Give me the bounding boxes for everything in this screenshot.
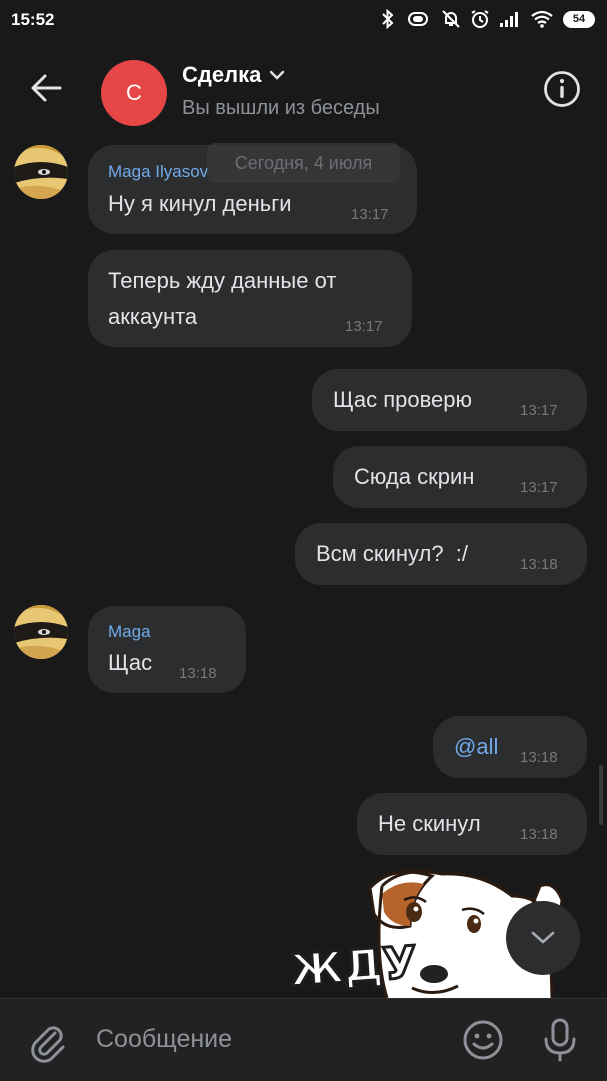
- back-arrow-icon[interactable]: [28, 70, 64, 106]
- message-bubble[interactable]: Не скинул 13:18: [357, 793, 587, 855]
- wifi-icon: [531, 10, 553, 28]
- user-avatar-image: [14, 145, 68, 199]
- status-icons: 54: [381, 9, 595, 29]
- message-time: 13:18: [179, 665, 217, 682]
- scroll-down-button[interactable]: [506, 901, 580, 975]
- status-time: 15:52: [11, 10, 55, 29]
- info-icon[interactable]: [543, 70, 581, 108]
- mute-bell-icon: [442, 10, 460, 28]
- microphone-icon[interactable]: [540, 1017, 580, 1063]
- status-bar: 15:52 54: [0, 0, 607, 40]
- user-avatar-image: [14, 605, 68, 659]
- message-time: 13:17: [520, 402, 558, 419]
- message-bubble[interactable]: Всм скинул? :/ 13:18: [295, 523, 587, 585]
- message-input[interactable]: Сообщение: [96, 1025, 232, 1054]
- signal-icon: [500, 12, 518, 27]
- chat-title[interactable]: Сделка: [182, 62, 261, 88]
- user-avatar[interactable]: [14, 605, 68, 659]
- message-text: Щас: [108, 650, 153, 675]
- message-bubble[interactable]: Щас проверю 13:17: [312, 369, 587, 431]
- sticker-label: ЖДУ: [288, 937, 418, 997]
- message-text: Не скинул: [378, 811, 481, 836]
- chat-subtitle: Вы вышли из беседы: [182, 97, 380, 119]
- message-sender[interactable]: Maga Ilyasov: [108, 162, 208, 182]
- chat-avatar[interactable]: С: [101, 60, 167, 126]
- message-time: 13:17: [520, 479, 558, 496]
- message-time: 13:17: [345, 318, 383, 335]
- message-time: 13:18: [520, 556, 558, 573]
- chevron-down-icon[interactable]: [269, 69, 285, 81]
- vibrate-icon: [408, 12, 428, 26]
- message-time: 13:18: [520, 749, 558, 766]
- chat-title-wrapper[interactable]: Сделка: [182, 62, 285, 88]
- bluetooth-icon: [382, 9, 394, 29]
- message-text: Ну я кинул деньги: [108, 191, 292, 216]
- message-text: Сюда скрин: [354, 464, 475, 489]
- mention-link[interactable]: @all: [454, 727, 498, 767]
- message-text: Всм скинул? :/: [316, 541, 469, 566]
- chevron-down-icon: [531, 931, 555, 944]
- smile-icon[interactable]: [461, 1018, 505, 1062]
- message-time: 13:17: [351, 206, 389, 223]
- message-bubble[interactable]: Теперь жду данные от аккаунта 13:17: [88, 250, 412, 347]
- message-text: Щас проверю: [333, 387, 473, 412]
- message-text-line1: Теперь жду данные от: [108, 268, 337, 293]
- message-time: 13:18: [520, 826, 558, 843]
- scrollbar[interactable]: [599, 765, 603, 825]
- message-sender[interactable]: Maga: [108, 622, 151, 642]
- message-bubble[interactable]: Сюда скрин 13:17: [333, 446, 587, 508]
- battery-icon: 54: [563, 10, 595, 28]
- paperclip-icon[interactable]: [25, 1019, 69, 1063]
- message-bubble[interactable]: @all 13:18: [433, 716, 587, 778]
- message-bubble[interactable]: Maga Щас 13:18: [88, 606, 246, 693]
- message-text-line2: аккаунта: [108, 304, 198, 329]
- date-divider: Сегодня, 4 июля: [207, 143, 400, 183]
- alarm-icon: [471, 10, 489, 28]
- battery-level: 54: [572, 13, 586, 25]
- user-avatar[interactable]: [14, 145, 68, 199]
- message-composer: Сообщение: [0, 998, 607, 1081]
- chat-header: С Сделка Вы вышли из беседы: [0, 40, 607, 138]
